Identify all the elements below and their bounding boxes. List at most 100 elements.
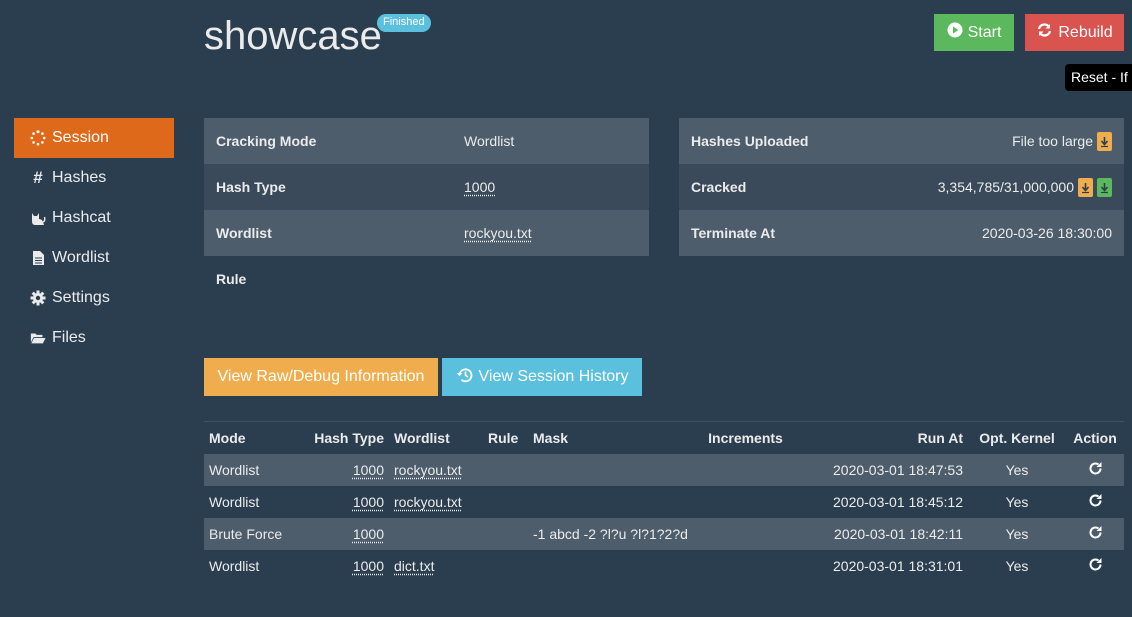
cell-mode: Wordlist — [204, 454, 309, 486]
cell-rule — [483, 454, 528, 486]
table-row: Wordlist 1000 rockyou.txt 2020-03-01 18:… — [204, 454, 1124, 486]
cell-hash-type[interactable]: 1000 — [353, 558, 384, 574]
col-mode: Mode — [204, 422, 309, 454]
hashes-uploaded-label: Hashes Uploaded — [691, 133, 1012, 149]
cell-rule — [483, 518, 528, 550]
cell-increments — [693, 518, 798, 550]
info-row-terminate-at: Terminate At 2020-03-26 18:30:00 — [679, 210, 1124, 256]
cell-wordlist[interactable]: rockyou.txt — [394, 494, 462, 510]
view-session-history-button[interactable]: View Session History — [442, 358, 642, 396]
cell-rule — [483, 550, 528, 582]
info-row-cracked: Cracked 3,354,785/31,000,000 — [679, 164, 1124, 210]
cell-hash-type[interactable]: 1000 — [353, 526, 384, 542]
download-cracked-icon[interactable] — [1078, 178, 1093, 197]
sidebar-item-label: Hashcat — [52, 209, 111, 227]
col-increments: Increments — [693, 422, 798, 454]
cell-mask — [528, 486, 693, 518]
cell-mode: Wordlist — [204, 550, 309, 582]
cell-opt-kernel: Yes — [968, 486, 1066, 518]
cell-mask — [528, 454, 693, 486]
refresh-icon — [1036, 22, 1053, 43]
cell-opt-kernel: Yes — [968, 518, 1066, 550]
cracked-label: Cracked — [691, 179, 938, 195]
sidebar-item-wordlist[interactable]: Wordlist — [14, 238, 174, 278]
hashes-uploaded-value-wrap: File too large — [1012, 132, 1112, 151]
hash-icon: # — [30, 170, 46, 186]
view-raw-debug-label: View Raw/Debug Information — [218, 368, 425, 386]
spinner-icon — [30, 130, 46, 146]
page: showcase Finished Start Rebuild Reset - … — [0, 0, 1132, 617]
cell-rule — [483, 486, 528, 518]
cell-mask: -1 abcd -2 ?l?u ?l?1?2?d — [528, 518, 693, 550]
terminate-at-label: Terminate At — [691, 225, 982, 241]
terminate-at-value: 2020-03-26 18:30:00 — [982, 225, 1112, 241]
sidebar-item-label: Files — [52, 329, 86, 347]
status-badge: Finished — [377, 14, 431, 32]
history-icon — [456, 367, 473, 388]
restore-icon[interactable] — [1088, 527, 1103, 543]
cell-hash-type[interactable]: 1000 — [353, 462, 384, 478]
col-mask: Mask — [528, 422, 693, 454]
sidebar-item-files[interactable]: Files — [14, 318, 174, 358]
sidebar-item-label: Wordlist — [52, 249, 110, 267]
restore-icon[interactable] — [1088, 463, 1103, 479]
hashes-uploaded-value: File too large — [1012, 133, 1093, 149]
download-uncracked-icon[interactable] — [1097, 178, 1112, 197]
table-row: Brute Force 1000 -1 abcd -2 ?l?u ?l?1?2?… — [204, 518, 1124, 550]
cat-icon — [30, 210, 46, 226]
cell-wordlist[interactable]: dict.txt — [394, 558, 434, 574]
restore-icon[interactable] — [1088, 559, 1103, 575]
start-button-label: Start — [968, 24, 1002, 42]
rebuild-tooltip: Reset - If — [1065, 64, 1132, 91]
download-hashes-icon[interactable] — [1097, 132, 1112, 151]
table-row: Wordlist 1000 rockyou.txt 2020-03-01 18:… — [204, 486, 1124, 518]
sidebar-item-hashes[interactable]: # Hashes — [14, 158, 174, 198]
cell-increments — [693, 454, 798, 486]
rebuild-button[interactable]: Rebuild — [1025, 14, 1124, 51]
view-raw-debug-button[interactable]: View Raw/Debug Information — [204, 358, 438, 396]
start-button[interactable]: Start — [934, 14, 1014, 51]
cell-hash-type[interactable]: 1000 — [353, 494, 384, 510]
info-row-cracking-mode: Cracking Mode Wordlist — [204, 118, 649, 164]
sidebar-item-session[interactable]: Session — [14, 118, 174, 158]
hash-type-label: Hash Type — [216, 179, 464, 195]
sidebar-item-label: Settings — [52, 289, 110, 307]
info-row-hash-type: Hash Type 1000 — [204, 164, 649, 210]
sidebar-item-settings[interactable]: Settings — [14, 278, 174, 318]
cell-mode: Wordlist — [204, 486, 309, 518]
page-title: showcase — [204, 14, 382, 59]
cell-run-at: 2020-03-01 18:45:12 — [798, 486, 968, 518]
restore-icon[interactable] — [1088, 495, 1103, 511]
session-info-table: Cracking Mode Wordlist Hash Type 1000 Wo… — [204, 118, 649, 302]
hash-type-value[interactable]: 1000 — [464, 179, 495, 195]
play-circle-icon — [947, 22, 963, 43]
sidebar-item-label: Session — [52, 129, 109, 147]
cell-wordlist[interactable]: rockyou.txt — [394, 462, 462, 478]
info-row-wordlist: Wordlist rockyou.txt — [204, 210, 649, 256]
session-history-table: Mode Hash Type Wordlist Rule Mask Increm… — [204, 421, 1124, 582]
stats-table: Hashes Uploaded File too large Cracked 3… — [679, 118, 1124, 256]
info-row-hashes-uploaded: Hashes Uploaded File too large — [679, 118, 1124, 164]
sidebar-item-hashcat[interactable]: Hashcat — [14, 198, 174, 238]
col-rule: Rule — [483, 422, 528, 454]
cell-run-at: 2020-03-01 18:31:01 — [798, 550, 968, 582]
col-action: Action — [1066, 422, 1124, 454]
table-header-row: Mode Hash Type Wordlist Rule Mask Increm… — [204, 422, 1124, 454]
cell-increments — [693, 550, 798, 582]
wordlist-label: Wordlist — [216, 225, 464, 241]
folder-open-icon — [30, 330, 46, 346]
wordlist-value[interactable]: rockyou.txt — [464, 225, 532, 241]
cell-increments — [693, 486, 798, 518]
rule-label: Rule — [216, 271, 464, 287]
col-opt-kernel: Opt. Kernel — [968, 422, 1066, 454]
file-icon — [30, 250, 46, 266]
col-wordlist: Wordlist — [389, 422, 483, 454]
col-hash-type: Hash Type — [309, 422, 389, 454]
cracked-value: 3,354,785/31,000,000 — [938, 179, 1074, 195]
cell-opt-kernel: Yes — [968, 454, 1066, 486]
info-row-rule: Rule — [204, 256, 649, 302]
cell-opt-kernel: Yes — [968, 550, 1066, 582]
table-row: Wordlist 1000 dict.txt 2020-03-01 18:31:… — [204, 550, 1124, 582]
cracking-mode-value: Wordlist — [464, 133, 514, 149]
cell-mode: Brute Force — [204, 518, 309, 550]
